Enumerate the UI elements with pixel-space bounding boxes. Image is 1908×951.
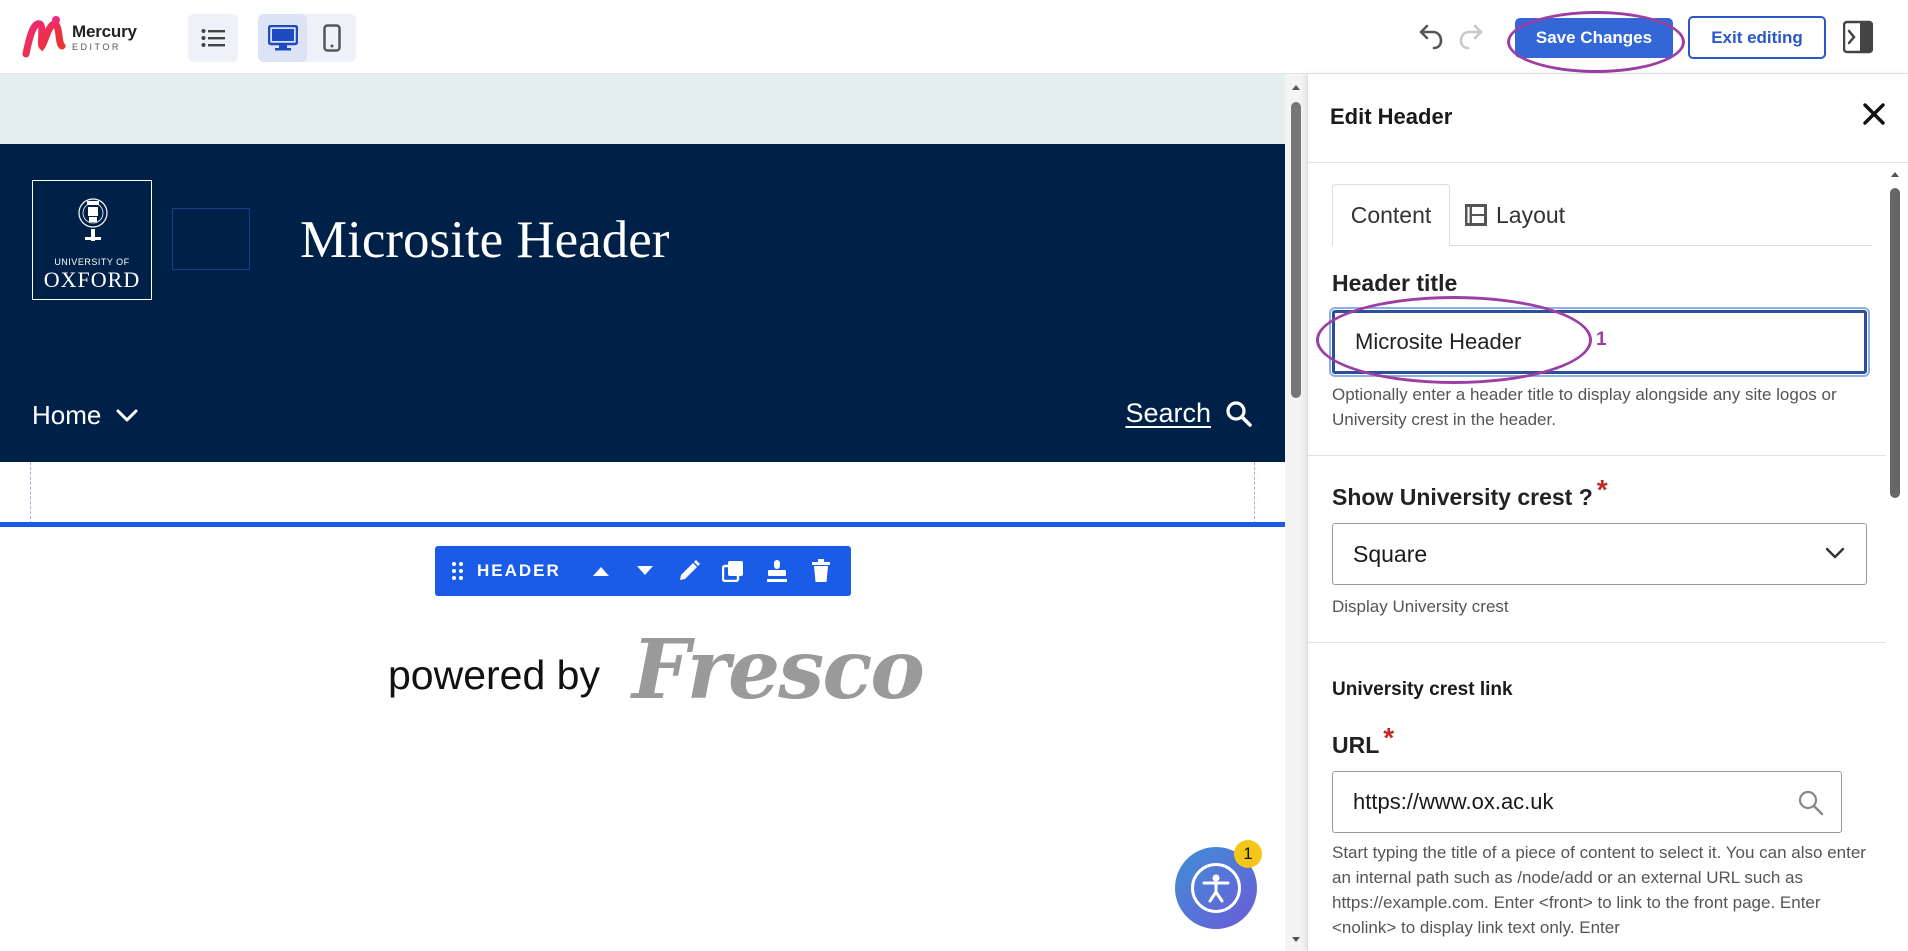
delete-block-button[interactable]: [799, 546, 843, 596]
desktop-icon: [267, 25, 298, 51]
close-icon[interactable]: [1862, 102, 1886, 126]
empty-section-outline: [30, 462, 1255, 524]
caret-down-icon: [636, 566, 653, 575]
desktop-view-button[interactable]: [258, 14, 307, 62]
required-mark: *: [1596, 474, 1608, 505]
panel-title-divider: [1308, 162, 1908, 163]
edit-panel: Edit Header Content Layout Header title …: [1307, 74, 1908, 951]
copy-icon: [721, 561, 743, 582]
notification-badge: 1: [1234, 840, 1262, 868]
accessibility-icon: [1202, 874, 1230, 903]
search-icon: [1226, 400, 1252, 427]
move-up-button[interactable]: [579, 546, 623, 596]
block-toolbar: HEADER: [435, 546, 851, 596]
university-crest-icon: [78, 198, 108, 241]
fresco-logo: Fresco: [632, 622, 925, 718]
panel-title: Edit Header: [1330, 104, 1453, 129]
required-mark: *: [1383, 722, 1395, 753]
oxford-crest-logo[interactable]: UNIVERSITY OF OXFORD: [32, 180, 152, 300]
field-divider: [1308, 642, 1886, 643]
device-toggle-group: [258, 14, 356, 62]
edit-block-button[interactable]: [667, 546, 711, 596]
mobile-view-button[interactable]: [307, 14, 356, 62]
list-icon: [201, 29, 225, 47]
scroll-up-arrow-icon: [1292, 85, 1300, 90]
pencil-icon: [679, 560, 700, 580]
annotation-number-title: 1: [1596, 329, 1607, 350]
nav-search-link[interactable]: Search: [1125, 398, 1253, 429]
drag-handle-icon[interactable]: [451, 561, 465, 581]
layout-icon: [1465, 204, 1487, 226]
chevron-down-icon: [116, 409, 138, 421]
tab-content-label: Content: [1350, 201, 1432, 228]
undo-icon[interactable]: [1418, 22, 1444, 50]
field-divider: [1308, 455, 1886, 456]
caret-up-icon: [592, 567, 609, 576]
nav-search-label: Search: [1125, 398, 1211, 428]
duplicate-block-button[interactable]: [711, 546, 755, 596]
logo-subtitle: EDITOR: [72, 41, 121, 52]
page-canvas: UNIVERSITY OF OXFORD Microsite Header Ho…: [0, 74, 1285, 951]
url-label-text: URL: [1332, 732, 1380, 758]
header-title-label: Header title: [1332, 270, 1458, 296]
site-header-title: Microsite Header: [300, 211, 670, 269]
tab-layout[interactable]: Layout: [1464, 184, 1565, 246]
crest-select-value: Square: [1353, 540, 1428, 567]
crest-subtitle: UNIVERSITY OF: [54, 257, 130, 267]
panel-scrollbar[interactable]: [1886, 168, 1904, 948]
site-logo-placeholder[interactable]: [172, 208, 250, 270]
crest-label-text: Show University crest ?: [1332, 484, 1593, 510]
logo-name: Mercury: [72, 21, 137, 41]
canvas-scrollbar[interactable]: [1285, 74, 1307, 951]
stamp-icon: [766, 560, 787, 582]
crest-label: Show University crest ? *: [1332, 474, 1608, 512]
tab-content[interactable]: Content: [1332, 184, 1450, 246]
crest-link-label: University crest link: [1332, 679, 1513, 700]
panel-tabs: Content Layout: [1332, 184, 1872, 246]
trash-icon: [811, 559, 830, 582]
mercury-logo: Mercury EDITOR: [22, 14, 137, 60]
url-label: URL *: [1332, 722, 1394, 760]
header-top-strip: [0, 74, 1285, 144]
crest-select[interactable]: Square: [1332, 523, 1867, 585]
search-icon: [1798, 790, 1824, 816]
annotation-ellipse-save: [1507, 11, 1685, 73]
url-input-value: https://www.ox.ac.uk: [1353, 789, 1554, 814]
crest-help: Display University crest: [1332, 597, 1509, 616]
redo-icon[interactable]: [1458, 22, 1484, 50]
sidebar-toggle-icon[interactable]: [1843, 20, 1873, 54]
url-help: Start typing the title of a piece of con…: [1332, 843, 1866, 937]
move-down-button[interactable]: [623, 546, 667, 596]
powered-by-text: powered by: [388, 652, 600, 698]
block-type-label: HEADER: [477, 561, 561, 580]
nav-home-link[interactable]: Home: [32, 400, 139, 431]
canvas-scroll-thumb[interactable]: [1291, 102, 1301, 398]
scroll-up-arrow-icon: [1891, 172, 1899, 177]
crest-name: OXFORD: [43, 267, 141, 292]
url-input[interactable]: https://www.ox.ac.uk: [1332, 771, 1842, 833]
site-header[interactable]: UNIVERSITY OF OXFORD Microsite Header Ho…: [0, 144, 1285, 462]
scroll-down-arrow-icon: [1292, 937, 1300, 942]
chevron-down-icon: [1825, 547, 1845, 559]
mobile-icon: [322, 24, 341, 52]
exit-editing-button[interactable]: Exit editing: [1688, 16, 1826, 59]
outline-list-button[interactable]: [188, 14, 238, 62]
save-as-template-button[interactable]: [755, 546, 799, 596]
annotation-ellipse-title: [1316, 296, 1592, 384]
panel-scroll-thumb[interactable]: [1890, 188, 1900, 498]
nav-home-label: Home: [32, 400, 102, 430]
mercury-logo-icon: [22, 16, 66, 58]
selected-block-indicator: [0, 522, 1285, 527]
tab-layout-label: Layout: [1496, 201, 1566, 228]
header-title-help: Optionally enter a header title to displ…: [1332, 385, 1837, 429]
